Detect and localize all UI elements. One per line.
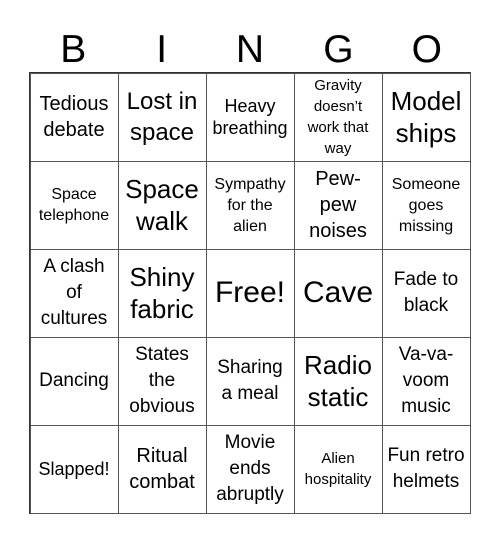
bingo-cell[interactable]: Dancing xyxy=(29,336,119,426)
bingo-cell[interactable]: Tedious debate xyxy=(29,72,119,162)
bingo-cell[interactable]: Model ships xyxy=(381,72,471,162)
header-letter-b: B xyxy=(60,28,87,71)
bingo-cell[interactable]: A clash of cultures xyxy=(29,248,119,338)
bingo-cell[interactable]: Lost in space xyxy=(117,72,207,162)
bingo-cell[interactable]: Slapped! xyxy=(29,424,119,514)
bingo-cell[interactable]: Va-va-voom music xyxy=(381,336,471,426)
bingo-cell[interactable]: Gravity doesn’t work that way xyxy=(293,72,383,162)
bingo-cell[interactable]: Pew-pew noises xyxy=(293,160,383,250)
bingo-header: B I N G O xyxy=(29,27,471,73)
bingo-cell[interactable]: Shiny fabric xyxy=(117,248,207,338)
bingo-cell[interactable]: Radio static xyxy=(293,336,383,426)
bingo-cell[interactable]: Fade to black xyxy=(381,248,471,338)
bingo-grid: Tedious debate Lost in space Heavy breat… xyxy=(29,72,471,514)
bingo-cell[interactable]: Space telephone xyxy=(29,160,119,250)
header-letter-i: I xyxy=(156,28,168,71)
bingo-cell[interactable]: Fun retro helmets xyxy=(381,424,471,514)
bingo-cell[interactable]: States the obvious xyxy=(117,336,207,426)
bingo-cell[interactable]: Space walk xyxy=(117,160,207,250)
free-space[interactable]: Free! xyxy=(205,248,295,338)
bingo-cell[interactable]: Someone goes missing xyxy=(381,160,471,250)
bingo-cell[interactable]: Sharing a meal xyxy=(205,336,295,426)
header-letter-g: G xyxy=(323,28,354,71)
bingo-cell[interactable]: Movie ends abruptly xyxy=(205,424,295,514)
bingo-cell[interactable]: Ritual combat xyxy=(117,424,207,514)
bingo-cell[interactable]: Alien hospitality xyxy=(293,424,383,514)
bingo-cell[interactable]: Cave xyxy=(293,248,383,338)
bingo-cell[interactable]: Sympathy for the alien xyxy=(205,160,295,250)
bingo-cell[interactable]: Heavy breathing xyxy=(205,72,295,162)
header-letter-o: O xyxy=(411,28,442,71)
header-letter-n: N xyxy=(235,28,265,71)
